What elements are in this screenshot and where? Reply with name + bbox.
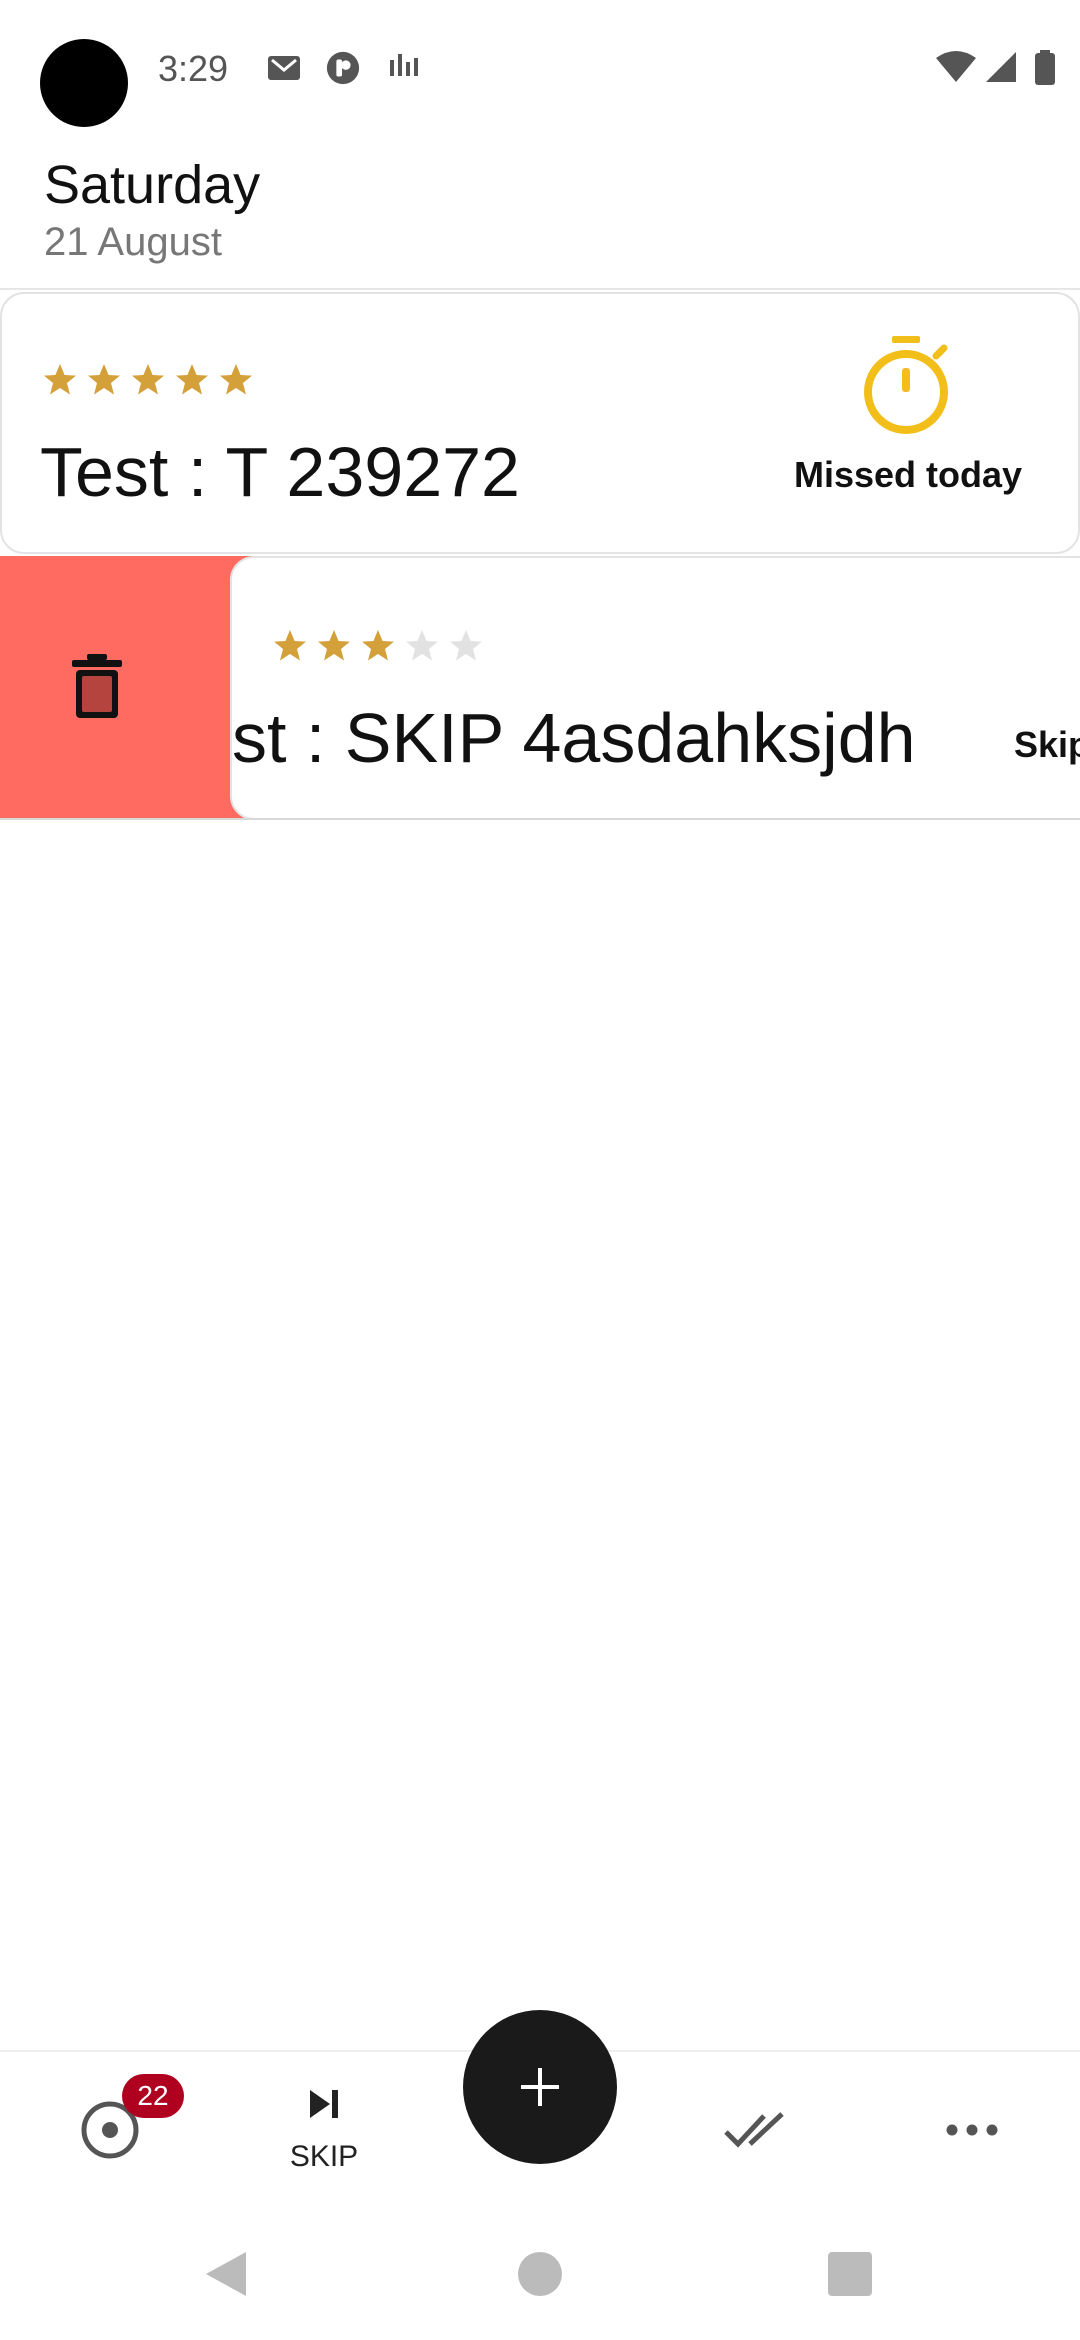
add-habit-button[interactable] [463,2010,617,2164]
rating-stars [272,628,484,664]
status-bar: 3:29 [0,0,1080,140]
day-title: Saturday [44,155,261,215]
signal-icon [986,52,1016,82]
header-divider [0,288,1080,290]
star-filled-icon [44,364,76,395]
audio-bars-icon [390,54,418,76]
star-filled-icon [362,630,394,661]
star-empty-icon [406,630,438,661]
more-horizontal-icon[interactable] [944,2116,1000,2144]
stopwatch-icon [864,336,948,434]
star-filled-icon [220,364,252,395]
star-filled-icon [274,630,306,661]
p-icon [326,51,360,85]
plus-icon [521,2068,559,2106]
double-check-icon[interactable] [722,2104,792,2154]
habit-status-label: Skip [1014,724,1080,765]
status-time: 3:29 [158,48,229,89]
system-home-button[interactable] [518,2252,562,2296]
wifi-icon [936,51,976,82]
habit-status-label: Missed today [794,454,1023,495]
skip-next-icon [310,2090,338,2118]
skip-button[interactable]: SKIP [264,2082,384,2192]
gmail-icon [268,56,300,80]
avatar[interactable] [40,39,128,127]
star-filled-icon [88,364,120,395]
star-filled-icon [318,630,350,661]
system-recents-button[interactable] [828,2252,872,2296]
today-count-badge: 22 [122,2074,184,2118]
battery-icon [1035,50,1055,85]
habit-name: Test : T 239272 [40,433,520,511]
habit-card[interactable]: st : SKIP 4asdahksjdh Skip [230,556,1080,820]
star-filled-icon [132,364,164,395]
skip-label: SKIP [289,2140,359,2173]
rating-stars [42,362,254,398]
star-empty-icon [450,630,482,661]
trash-icon [72,654,122,718]
star-filled-icon [176,364,208,395]
delete-swipe-action[interactable] [0,556,260,818]
date-subtitle: 21 August [44,220,222,264]
system-back-button[interactable] [202,2248,252,2300]
habit-card[interactable]: Test : T 239272 Missed today [0,292,1080,554]
habit-name: st : SKIP 4asdahksjdh [232,699,916,777]
row-divider [0,818,1080,820]
